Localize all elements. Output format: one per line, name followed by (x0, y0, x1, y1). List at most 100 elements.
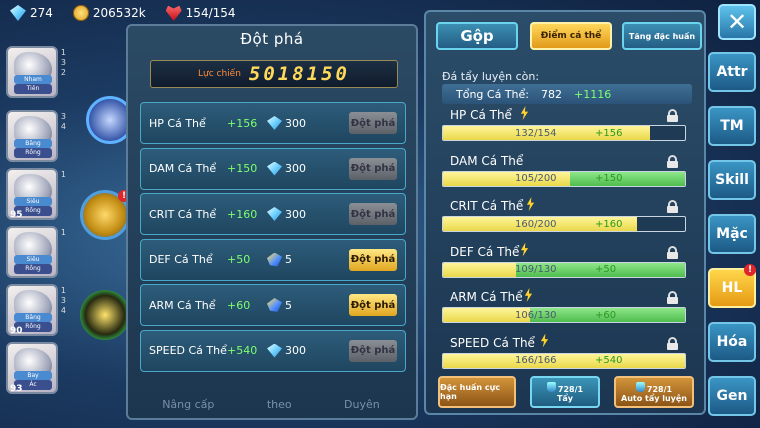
medal-icon[interactable] (80, 290, 130, 340)
tab-individual-points[interactable]: Điểm cá thể (530, 22, 612, 50)
stat-name: HP Cá Thể (450, 108, 512, 122)
stat-name: SPEED Cá Thể (149, 344, 227, 357)
stat-plus: +540 (595, 355, 623, 366)
close-button[interactable]: ✕ (718, 4, 756, 40)
team-slot[interactable]: Siêu Rồng 95 1 (6, 168, 66, 220)
stat-bonus: +150 (227, 162, 258, 175)
gem-counter[interactable]: 274 (10, 5, 53, 21)
lock-icon[interactable] (667, 109, 678, 122)
total-label: Tổng Cá Thể: (456, 87, 529, 101)
cost-amount: 5 (285, 298, 292, 312)
lock-icon[interactable] (667, 336, 678, 350)
stat-progress-bar: 105/200 +150 (442, 170, 686, 187)
stat-name: DAM Cá Thể (149, 162, 217, 175)
breakthrough-row: DAM Cá Thể +150 300 Đột phá (140, 147, 406, 190)
stat-name: SPEED Cá Thể (450, 335, 535, 350)
bottom-tabs: Nâng cấp theo Duyên (136, 398, 406, 411)
total-summary: Tổng Cá Thể: 782 +1116 (442, 84, 692, 104)
stat-value: 132/154 (515, 127, 557, 139)
stat-bonus: +50 (227, 253, 251, 266)
side-nav-3[interactable]: Skill (708, 160, 756, 200)
breakthrough-row: ARM Cá Thể +60 5 Đột phá (140, 284, 406, 326)
training-panel: Gộp Điểm cá thể Tăng đặc huấn Đá tẩy luy… (424, 10, 706, 415)
slot-level: 90 (10, 326, 23, 336)
gold-counter[interactable]: 206532k (72, 5, 146, 21)
stat-plus: +156 (595, 127, 623, 139)
stamina-counter[interactable]: 154/154 (165, 5, 236, 21)
slot-element-label: Tiên (14, 84, 52, 94)
team-slot[interactable]: Băng Rồng 90 1 3 4 (6, 284, 66, 336)
extreme-training-button[interactable]: Đặc huấn cực hạn (438, 376, 516, 408)
stamina-icon (165, 5, 182, 21)
stat-name: CRIT Cá Thể (450, 199, 524, 213)
tab-special-training[interactable]: Tăng đặc huấn (622, 22, 702, 50)
potion-icon (635, 381, 645, 392)
side-nav-4[interactable]: Mặc (708, 214, 756, 254)
tab-follow[interactable]: theo (267, 398, 292, 411)
tab-merge[interactable]: Gộp (436, 22, 518, 50)
wash-button[interactable]: 728/1 Tẩy (530, 376, 600, 408)
lock-icon[interactable] (667, 154, 678, 168)
potion-icon (546, 381, 556, 392)
team-slot[interactable]: Nham Tiên 1 3 2 (6, 46, 66, 98)
breakthrough-button[interactable]: Đột phá (349, 339, 397, 362)
slot-type-label: Siêu (14, 255, 52, 264)
stat-bonus: +156 (227, 116, 258, 130)
stat-value: 160/200 (515, 218, 557, 230)
gem-icon (10, 5, 26, 21)
slot-type-label: Siêu (14, 197, 52, 206)
stat-bonus: +160 (227, 207, 258, 221)
slot-type-label: Bay (14, 371, 52, 380)
team-slot[interactable]: Băng Rồng 3 4 (6, 110, 66, 162)
slot-numbers: 134 (60, 286, 66, 315)
auto-wash-label: Auto tẩy luyện (621, 393, 687, 403)
stamina-count: 154/154 (185, 6, 236, 20)
slot-numbers: 1 (60, 170, 66, 179)
auto-wash-button[interactable]: 728/1 Auto tẩy luyện (614, 376, 694, 408)
breakthrough-button[interactable]: Đột phá (349, 112, 397, 134)
cost-amount: 300 (285, 207, 306, 221)
cost: 300 (267, 161, 347, 176)
team-slot[interactable]: Bay Ác 93 (6, 342, 58, 394)
side-nav-1[interactable]: Attr (708, 52, 756, 92)
breakthrough-button[interactable]: Đột phá (349, 203, 397, 225)
tab-bond[interactable]: Duyên (344, 398, 380, 411)
breakthrough-row: DEF Cá Thể +50 5 Đột phá (140, 238, 406, 281)
slot-type-label: Nham (14, 75, 52, 84)
cost-amount: 300 (285, 344, 306, 357)
breakthrough-row: SPEED Cá Thể +540 300 Đột phá (140, 329, 406, 372)
stat-value: 106/130 (515, 309, 557, 321)
stat-value: 109/130 (515, 264, 557, 275)
power-label: Lực chiến (198, 69, 241, 79)
stat-plus: +50 (595, 264, 617, 275)
slot-type-label: Băng (14, 313, 52, 322)
breakthrough-button[interactable]: Đột phá (349, 248, 397, 271)
gem-icon (267, 343, 282, 358)
slot-element-label: Rồng (14, 264, 52, 274)
stat-name: DAM Cá Thể (450, 153, 524, 168)
stat-row: DEF Cá Thể 109/130 +50 (442, 242, 692, 289)
gem-icon (267, 207, 282, 221)
lightning-icon (520, 106, 529, 120)
lock-icon[interactable] (667, 245, 678, 259)
tab-upgrade[interactable]: Nâng cấp (162, 398, 214, 411)
side-nav-6[interactable]: Hóa (708, 322, 756, 362)
side-nav-2[interactable]: TM (708, 106, 756, 146)
lock-icon[interactable] (667, 291, 678, 304)
stat-name: HP Cá Thể (149, 116, 206, 130)
lock-icon[interactable] (667, 200, 678, 213)
stat-progress-bar: 109/130 +50 (442, 261, 686, 278)
notification-badge: ! (744, 264, 756, 276)
stat-row: SPEED Cá Thể 166/166 +540 (442, 333, 692, 380)
wash-count: 728/1 (557, 384, 584, 394)
stat-name: DEF Cá Thể (149, 253, 213, 266)
lightning-icon (540, 333, 549, 348)
breakthrough-button[interactable]: Đột phá (349, 294, 397, 316)
total-plus: +1116 (573, 87, 612, 101)
stat-row: HP Cá Thể 132/154 +156 (442, 106, 692, 152)
side-nav-7[interactable]: Gen (708, 376, 756, 416)
team-slot[interactable]: Siêu Rồng 1 (6, 226, 66, 278)
resource-bar: 274 206532k 154/154 (0, 0, 420, 26)
breakthrough-button[interactable]: Đột phá (349, 157, 397, 180)
stat-progress-bar: 132/154 +156 (442, 125, 686, 141)
